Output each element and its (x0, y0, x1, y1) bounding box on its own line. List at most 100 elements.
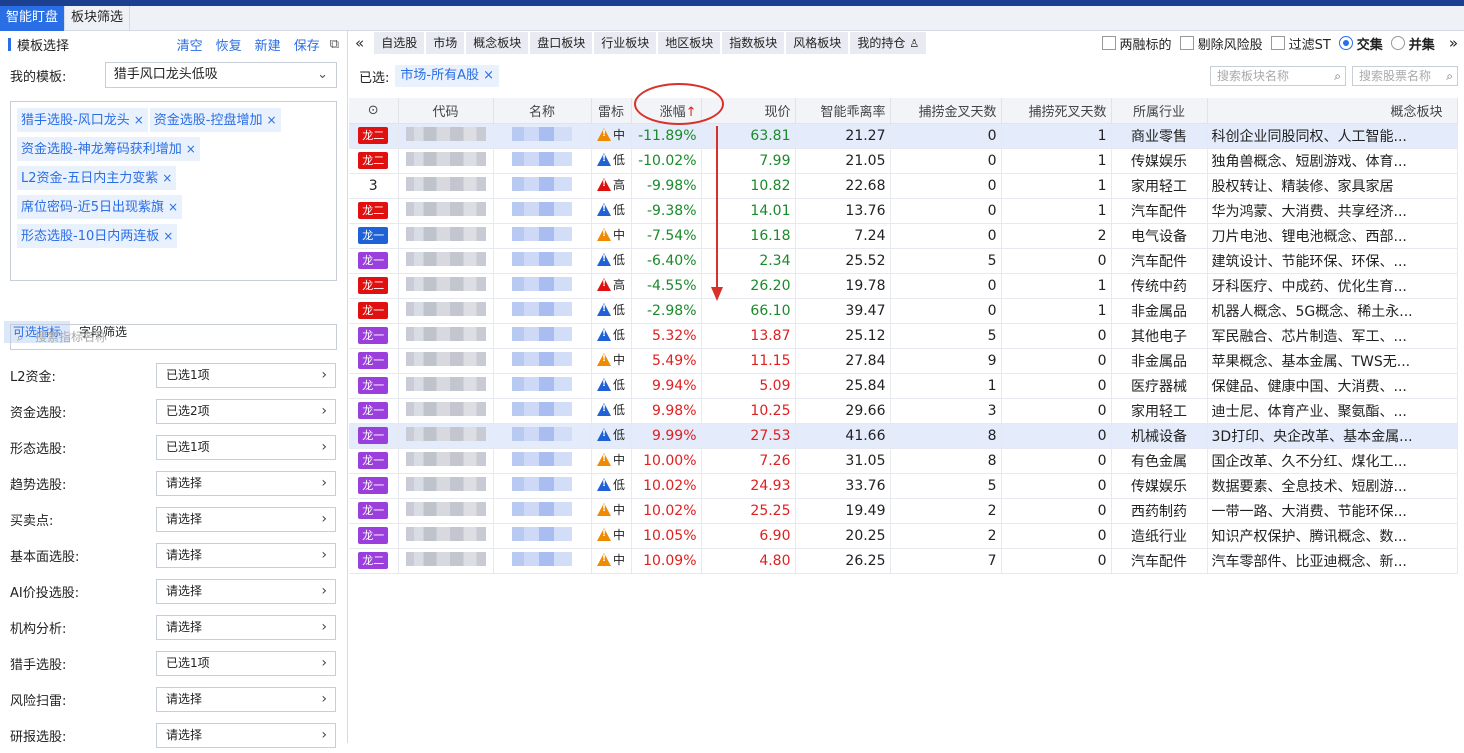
death-cross-cell: 0 (1001, 448, 1112, 474)
close-icon[interactable]: × (162, 171, 172, 185)
tab-style-board[interactable]: 风格板块 (786, 32, 849, 54)
rank-cell: 龙一 (349, 523, 399, 549)
table-row[interactable]: 龙一 中 10.02%25.2519.4920西药制药一带一路、大消费、节能环保..… (349, 498, 1458, 524)
table-row[interactable]: 龙一 中 5.49%11.1527.8490非金属品苹果概念、基本金属、TWS无..… (349, 348, 1458, 374)
person-icon: ♙ (909, 37, 920, 50)
tab-my-holdings[interactable]: 我的持仓 ♙ (850, 32, 927, 54)
chip[interactable]: 形态选股-10日内两连板 × (17, 224, 178, 248)
industry-cell: 汽车配件 (1111, 198, 1208, 224)
filter-value: 已选1项 (166, 655, 210, 670)
intersect-radio[interactable]: 交集 (1338, 34, 1383, 53)
filter-select[interactable]: 请选择 › (156, 686, 336, 712)
name-cell (493, 473, 592, 499)
change-cell: 5.49% (631, 348, 702, 374)
close-icon[interactable]: × (134, 113, 144, 127)
exclude-risk-checkbox[interactable]: 剔除风险股 (1179, 34, 1263, 53)
chip[interactable]: L2资金-五日内主力变紫 × (17, 166, 177, 190)
table-row[interactable]: 龙一 低 10.02%24.9333.7650传媒娱乐数据要素、全息技术、短剧游..… (349, 473, 1458, 499)
filter-select[interactable]: 请选择 › (156, 578, 336, 604)
stock-search-input[interactable]: 搜索股票名称 ⌕ (1352, 66, 1458, 86)
chip[interactable]: 资金选股-控盘增加 × (149, 108, 281, 132)
risk-level: 低 (612, 378, 625, 392)
filter-select[interactable]: 请选择 › (156, 722, 336, 748)
col-deviation[interactable]: 智能乖离率 (795, 98, 891, 124)
col-industry[interactable]: 所属行业 (1111, 98, 1208, 124)
chip[interactable]: 猎手选股-风口龙头 × (17, 108, 148, 132)
risk-level: 中 (612, 453, 625, 467)
col-concept[interactable]: 概念板块 (1207, 98, 1458, 124)
col-golden-cross-days[interactable]: 捕捞金叉天数 (890, 98, 1002, 124)
col-death-cross-days[interactable]: 捕捞死叉天数 (1001, 98, 1112, 124)
section-marker (8, 37, 11, 51)
board-search-input[interactable]: 搜索板块名称 ⌕ (1210, 66, 1346, 86)
margin-checkbox[interactable]: 两融标的 (1101, 34, 1172, 53)
template-chips: 猎手选股-风口龙头 × 资金选股-控盘增加 × 资金选股-神龙筹码获利增加 × L2资金… (10, 101, 337, 281)
close-icon[interactable]: × (163, 229, 173, 243)
golden-cross-cell: 3 (890, 398, 1002, 424)
risk-cell: 低 (591, 373, 632, 399)
risk-badge: 中 (596, 551, 625, 568)
rank-cell: 龙一 (349, 348, 399, 374)
chevron-right-icon: › (321, 726, 327, 743)
chip[interactable]: 资金选股-神龙筹码获利增加 × (17, 137, 200, 161)
risk-badge: 低 (596, 376, 625, 393)
death-cross-cell: 2 (1001, 223, 1112, 249)
table-row[interactable]: 龙一 中 10.00%7.2631.0580有色金属国企改革、久不分红、煤化工... (349, 448, 1458, 474)
filter-st-checkbox[interactable]: 过滤ST (1270, 34, 1331, 53)
blurred-code (405, 351, 486, 366)
filter-select[interactable]: 请选择 › (156, 542, 336, 568)
table-row[interactable]: 龙一 中 10.05%6.9020.2520造纸行业知识产权保护、腾讯概念、数... (349, 523, 1458, 549)
filter-select[interactable]: 已选1项 › (156, 362, 336, 388)
filter-select[interactable]: 已选1项 › (156, 650, 336, 676)
close-icon[interactable]: × (266, 113, 276, 127)
industry-cell: 传媒娱乐 (1111, 473, 1208, 499)
filter-select[interactable]: 请选择 › (156, 614, 336, 640)
filter-options: 两融标的 剔除风险股 过滤ST 交集 并集 » (1094, 31, 1458, 55)
death-cross-cell: 0 (1001, 548, 1112, 574)
filter-select[interactable]: 请选择 › (156, 506, 336, 532)
union-radio[interactable]: 并集 (1390, 34, 1435, 53)
filter-select[interactable]: 已选2项 › (156, 398, 336, 424)
copy-icon[interactable]: ⧉ (330, 37, 339, 52)
right-panel: « 自选股 市场 概念板块 盘口板块 行业板块 地区板块 指数板块 风格板块 我… (349, 31, 1464, 743)
close-icon[interactable]: × (186, 142, 196, 156)
tab-board-filter[interactable]: 板块筛选 (65, 6, 131, 31)
deviation-cell: 31.05 (795, 448, 891, 474)
filter-select[interactable]: 已选1项 › (156, 434, 336, 460)
blurred-name (512, 376, 572, 391)
close-icon[interactable]: × (168, 200, 178, 214)
clear-button[interactable]: 清空 (177, 35, 203, 54)
intersect-label: 交集 (1356, 37, 1383, 53)
new-button[interactable]: 新建 (255, 35, 281, 54)
industry-cell: 机械设备 (1111, 423, 1208, 449)
indicator-search-input[interactable]: ⌕ 搜索指标名称 (10, 324, 337, 350)
double-chevron-right-icon[interactable]: » (1449, 34, 1458, 52)
deviation-cell: 25.52 (795, 248, 891, 274)
warning-icon (596, 503, 611, 516)
table-row[interactable]: 龙一 低 9.98%10.2529.6630家用轻工迪士尼、体育产业、聚氨酯、... (349, 398, 1458, 424)
name-cell (493, 348, 592, 374)
risk-level: 低 (612, 403, 625, 417)
save-button[interactable]: 保存 (294, 35, 320, 54)
death-cross-cell: 0 (1001, 323, 1112, 349)
filter-row: 研报选股: 请选择 › (0, 717, 348, 753)
golden-cross-cell: 0 (890, 298, 1002, 324)
filter-select[interactable]: 请选择 › (156, 470, 336, 496)
dragon-badge: 龙一 (358, 377, 389, 394)
filter-value: 请选择 (166, 691, 203, 706)
table-row[interactable]: 龙一 低 9.99%27.5341.6680机械设备3D打印、央企改革、基本金属..… (349, 423, 1458, 449)
chip-label: 席位密码-近5日出现紫旗 (21, 200, 164, 215)
table-row[interactable]: 龙一 低 9.94%5.0925.8410医疗器械保健品、健康中国、大消费、... (349, 373, 1458, 399)
rank-cell: 龙一 (349, 473, 399, 499)
concept-cell: 一带一路、大消费、节能环保... (1207, 498, 1458, 524)
filter-row: 猎手选股: 已选1项 › (0, 645, 348, 681)
chip[interactable]: 席位密码-近5日出现紫旗 × (17, 195, 183, 219)
template-select[interactable]: 猎手风口龙头低吸 ⌄ (104, 62, 337, 88)
search-icon: ⌕ (1334, 69, 1341, 83)
blurred-code (405, 476, 486, 491)
tab-smart-watch[interactable]: 智能盯盘 (0, 6, 66, 31)
industry-cell: 家用轻工 (1111, 398, 1208, 424)
filter-st-label: 过滤ST (1288, 37, 1331, 53)
restore-button[interactable]: 恢复 (216, 35, 242, 54)
table-row[interactable]: 龙二 中 10.09%4.8026.2570汽车配件汽车零部件、比亚迪概念、新... (349, 548, 1458, 574)
